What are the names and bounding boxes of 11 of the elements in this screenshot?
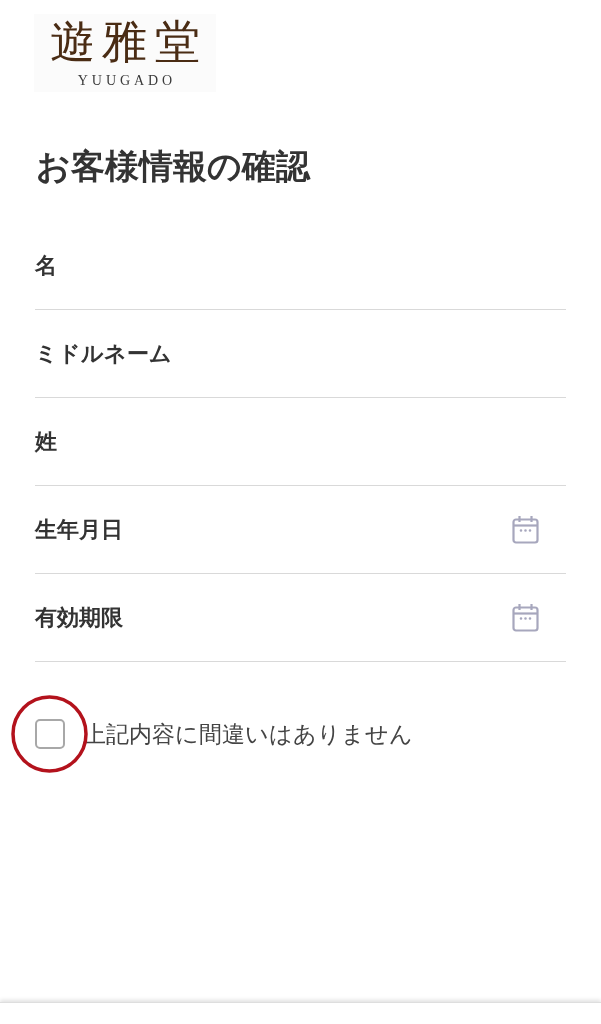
calendar-icon[interactable]	[512, 515, 539, 544]
calendar-icon[interactable]	[512, 603, 539, 632]
checkbox[interactable]	[35, 719, 65, 749]
date-field[interactable]: 生年月日	[35, 486, 566, 574]
date-field[interactable]: 有効期限	[35, 574, 566, 662]
logo-wordmark: YUUGADO	[76, 72, 177, 90]
page-title: お客様情報の確認	[36, 146, 310, 186]
text-field[interactable]: ミドルネーム	[35, 310, 566, 398]
text-field[interactable]: 姓	[35, 398, 566, 486]
logo-kanji: 遊雅堂	[49, 16, 207, 69]
text-field[interactable]: 名	[35, 222, 566, 310]
